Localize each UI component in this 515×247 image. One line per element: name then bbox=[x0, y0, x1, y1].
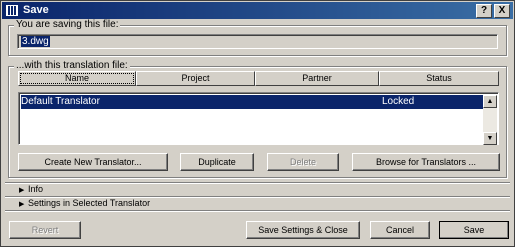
cancel-button[interactable]: Cancel bbox=[370, 221, 430, 239]
expand-arrow-icon: ▶ bbox=[19, 187, 25, 194]
file-group-label: You are saving this file: bbox=[14, 19, 121, 31]
info-expander[interactable]: ▶ Info bbox=[19, 184, 43, 194]
translator-row[interactable]: Default Translator Locked bbox=[21, 95, 485, 109]
expand-arrow-icon: ▶ bbox=[19, 201, 25, 208]
save-settings-close-button[interactable]: Save Settings & Close bbox=[246, 221, 360, 239]
divider bbox=[5, 210, 510, 212]
title-bar[interactable]: Save ? X bbox=[2, 2, 513, 19]
translator-name: Default Translator bbox=[21, 96, 100, 107]
settings-expander[interactable]: ▶ Settings in Selected Translator bbox=[19, 198, 150, 208]
column-header-name[interactable]: Name bbox=[18, 71, 136, 86]
duplicate-button[interactable]: Duplicate bbox=[180, 153, 254, 171]
list-scrollbar[interactable]: ▲ ▼ bbox=[483, 95, 497, 145]
file-name-field[interactable]: 3.dwg bbox=[17, 34, 498, 49]
scroll-up-icon[interactable]: ▲ bbox=[483, 95, 497, 108]
column-header-status[interactable]: Status bbox=[379, 71, 499, 86]
close-icon[interactable]: X bbox=[494, 4, 510, 18]
delete-button[interactable]: Delete bbox=[267, 153, 339, 171]
save-button[interactable]: Save bbox=[439, 221, 509, 239]
help-icon[interactable]: ? bbox=[476, 4, 492, 18]
window-title: Save bbox=[23, 4, 49, 16]
settings-expander-label: Settings in Selected Translator bbox=[28, 198, 151, 208]
save-dialog: Save ? X You are saving this file: 3.dwg… bbox=[0, 0, 515, 247]
translator-status: Locked bbox=[382, 96, 415, 107]
column-header-project[interactable]: Project bbox=[136, 71, 255, 86]
divider bbox=[5, 182, 510, 184]
create-translator-button[interactable]: Create New Translator... bbox=[18, 153, 168, 171]
file-name-value: 3.dwg bbox=[21, 36, 50, 47]
scroll-down-icon[interactable]: ▼ bbox=[483, 132, 497, 145]
translator-list[interactable]: Default Translator Locked ▲ ▼ bbox=[18, 92, 499, 145]
app-icon bbox=[5, 4, 19, 17]
browse-translators-button[interactable]: Browse for Translators ... bbox=[352, 153, 500, 171]
revert-button[interactable]: Revert bbox=[9, 221, 81, 239]
column-header-partner[interactable]: Partner bbox=[255, 71, 379, 86]
info-expander-label: Info bbox=[28, 184, 44, 194]
